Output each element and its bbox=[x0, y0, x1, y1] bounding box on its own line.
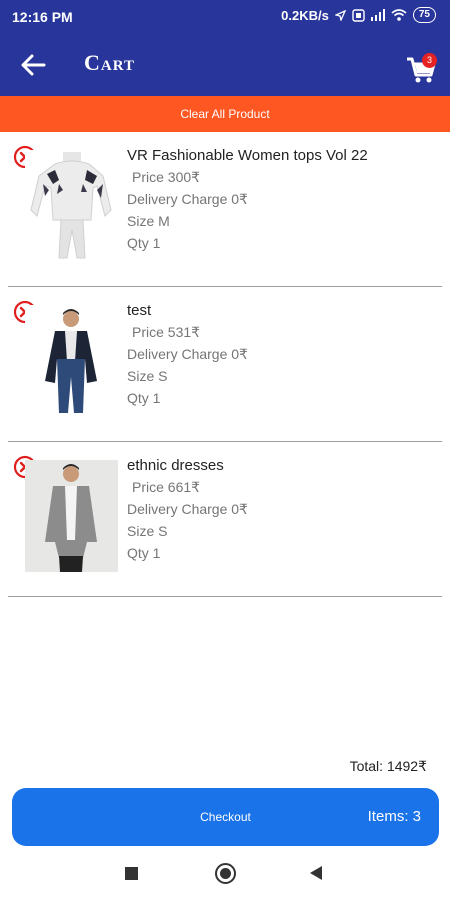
status-icons: 0.2KB/s 75 bbox=[281, 7, 436, 23]
items-count: Items: 3 bbox=[367, 808, 421, 825]
product-info: test Price 531₹ Delivery Charge 0₹ Size … bbox=[127, 301, 248, 409]
product-name: ethnic dresses bbox=[127, 457, 224, 474]
status-bar: 12:16 PM 0.2KB/s 75 bbox=[0, 0, 450, 34]
product-image bbox=[25, 305, 118, 417]
product-price: Price 531₹ bbox=[132, 324, 201, 340]
home-icon[interactable] bbox=[215, 863, 236, 884]
delivery-charge: Delivery Charge 0₹ bbox=[127, 501, 248, 517]
cart-count-badge: 3 bbox=[422, 53, 437, 68]
battery-indicator: 75 bbox=[412, 7, 436, 23]
status-time: 12:16 PM bbox=[12, 9, 73, 25]
product-size: Size S bbox=[127, 368, 168, 384]
cart-list: VR Fashionable Women tops Vol 22 Price 3… bbox=[0, 132, 450, 597]
product-name: test bbox=[127, 302, 152, 319]
product-info: VR Fashionable Women tops Vol 22 Price 3… bbox=[127, 146, 368, 254]
product-qty: Qty 1 bbox=[127, 545, 161, 561]
delivery-charge: Delivery Charge 0₹ bbox=[127, 191, 248, 207]
signal-icon bbox=[370, 9, 385, 21]
product-price: Price 661₹ bbox=[132, 479, 201, 495]
product-qty: Qty 1 bbox=[127, 235, 161, 251]
location-icon bbox=[334, 9, 346, 21]
product-image bbox=[25, 460, 118, 572]
cart-item: test Price 531₹ Delivery Charge 0₹ Size … bbox=[0, 287, 450, 442]
page-title: Cart bbox=[84, 50, 136, 75]
cart-item: ethnic dresses Price 661₹ Delivery Charg… bbox=[0, 442, 450, 597]
clear-all-button[interactable]: Clear All Product bbox=[0, 96, 450, 132]
network-speed: 0.2KB/s bbox=[281, 7, 329, 23]
product-name: VR Fashionable Women tops Vol 22 bbox=[127, 147, 368, 164]
product-size: Size S bbox=[127, 523, 168, 539]
back-triangle-icon[interactable] bbox=[310, 866, 322, 880]
system-nav-bar bbox=[0, 852, 450, 900]
back-arrow-icon[interactable] bbox=[18, 51, 48, 79]
checkout-button[interactable]: Checkout Items: 3 bbox=[12, 788, 439, 846]
product-size: Size M bbox=[127, 213, 170, 229]
app-bar: Cart 3 bbox=[0, 34, 450, 96]
delivery-charge: Delivery Charge 0₹ bbox=[127, 346, 248, 362]
product-price: Price 300₹ bbox=[132, 169, 201, 185]
recent-apps-icon[interactable] bbox=[125, 867, 138, 880]
product-info: ethnic dresses Price 661₹ Delivery Charg… bbox=[127, 456, 248, 564]
cart-total: Total: 1492₹ bbox=[349, 758, 427, 774]
product-image bbox=[25, 150, 118, 262]
wifi-icon bbox=[391, 9, 407, 21]
item-divider bbox=[8, 596, 442, 597]
product-qty: Qty 1 bbox=[127, 390, 161, 406]
sim-icon bbox=[352, 8, 365, 22]
cart-item: VR Fashionable Women tops Vol 22 Price 3… bbox=[0, 132, 450, 287]
